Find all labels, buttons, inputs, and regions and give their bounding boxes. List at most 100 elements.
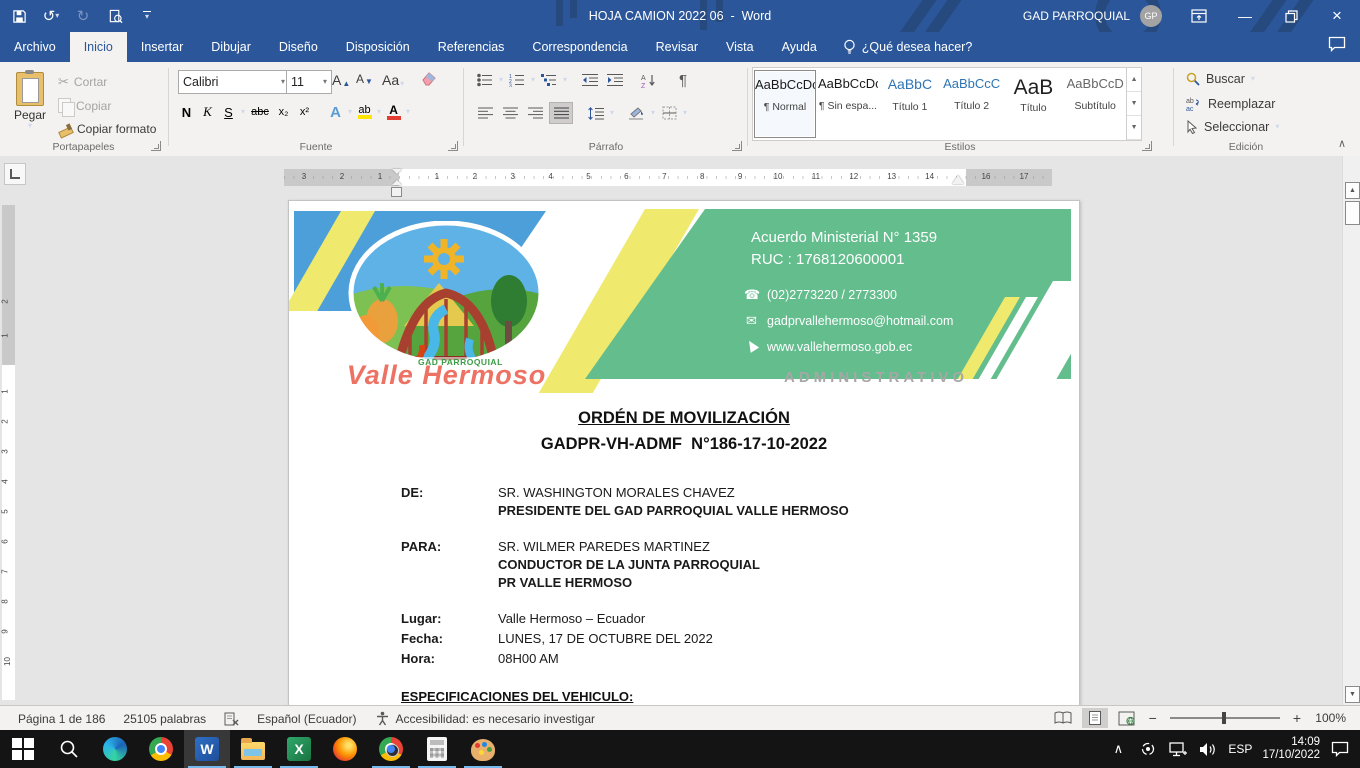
font-name-combo[interactable]: Calibri▾ <box>178 70 290 94</box>
network-icon[interactable] <box>1168 739 1188 759</box>
redo-button[interactable]: ↻ <box>72 5 94 27</box>
style-titulo[interactable]: AaBTítulo <box>1004 70 1064 138</box>
align-left-button[interactable] <box>474 103 496 123</box>
find-button[interactable]: Buscar▾ <box>1186 72 1255 86</box>
shading-button[interactable] <box>626 103 648 123</box>
highlight-button[interactable]: ab <box>356 104 373 120</box>
show-marks-button[interactable]: ¶ <box>672 70 694 90</box>
highlight-dropdown[interactable]: ▾ <box>377 108 381 116</box>
tell-me-box[interactable]: ¿Qué desea hacer? <box>831 32 985 62</box>
indent-markers[interactable] <box>392 169 401 186</box>
taskbar-edge[interactable] <box>92 730 138 768</box>
text-effects-button[interactable]: A <box>327 104 344 120</box>
borders-dropdown[interactable]: ▾ <box>683 109 687 117</box>
italic-button[interactable]: K <box>199 104 216 120</box>
tab-archivo[interactable]: Archivo <box>0 32 70 62</box>
underline-button[interactable]: S <box>220 104 237 120</box>
justify-button[interactable] <box>549 102 573 124</box>
font-size-combo[interactable]: 11▾ <box>286 70 332 94</box>
h-ruler[interactable]: 32112345678910111213141617 <box>284 169 1052 186</box>
subscript-button[interactable]: x₂ <box>275 104 292 120</box>
taskbar-paint[interactable] <box>460 730 506 768</box>
sort-button[interactable]: AZ <box>638 70 660 90</box>
read-mode-button[interactable] <box>1050 708 1076 728</box>
align-right-button[interactable] <box>524 103 546 123</box>
styles-scroll-up[interactable]: ▲ <box>1127 68 1141 92</box>
styles-scroll-down[interactable]: ▼ <box>1127 92 1141 116</box>
volume-icon[interactable] <box>1198 739 1218 759</box>
web-layout-button[interactable] <box>1114 708 1140 728</box>
collapse-ribbon-button[interactable]: ∧ <box>1338 137 1346 150</box>
zoom-slider[interactable] <box>1170 717 1280 719</box>
line-spacing-button[interactable] <box>585 103 607 123</box>
font-color-button[interactable]: A <box>385 104 402 120</box>
document-page[interactable]: Acuerdo Ministerial N° 1359 RUC : 176812… <box>288 200 1080 705</box>
v-ruler[interactable]: 2112345678910 <box>2 205 15 700</box>
page-indicator[interactable]: Página 1 de 186 <box>18 712 105 726</box>
proofing-status[interactable] <box>224 712 239 726</box>
align-center-button[interactable] <box>499 103 521 123</box>
bullets-button[interactable] <box>474 70 496 90</box>
styles-gallery-scroll[interactable]: ▲ ▼ ▼ <box>1126 68 1141 140</box>
underline-dropdown[interactable]: ▾ <box>241 108 245 116</box>
word-count[interactable]: 25105 palabras <box>123 712 206 726</box>
increase-indent-button[interactable] <box>604 70 626 90</box>
bold-button[interactable]: N <box>178 104 195 120</box>
ribbon-display-options-button[interactable] <box>1176 0 1222 32</box>
scroll-up-button[interactable]: ▲ <box>1345 182 1360 199</box>
zoom-out-button[interactable]: − <box>1146 710 1160 726</box>
shading-dropdown[interactable]: ▾ <box>651 109 655 117</box>
select-button[interactable]: Seleccionar▾ <box>1186 120 1279 134</box>
taskbar-search-button[interactable] <box>46 730 92 768</box>
taskbar-word[interactable]: W <box>184 730 230 768</box>
copy-button[interactable]: Copiar <box>58 98 111 113</box>
style-titulo-2[interactable]: AaBbCcCTítulo 2 <box>942 70 1002 138</box>
tray-app-icon[interactable] <box>1138 739 1158 759</box>
undo-button[interactable]: ↺▾ <box>40 5 62 27</box>
tab-insertar[interactable]: Insertar <box>127 32 197 62</box>
parrafo-dialog-launcher[interactable] <box>732 141 742 151</box>
save-button[interactable] <box>8 5 30 27</box>
customize-qat-button[interactable]: ▾ <box>136 5 158 27</box>
comments-button[interactable] <box>1328 36 1346 57</box>
right-indent-marker[interactable] <box>952 175 964 184</box>
tray-clock[interactable]: 14:09 17/10/2022 <box>1262 736 1320 762</box>
taskbar-firefox[interactable] <box>322 730 368 768</box>
tray-expand-chevron[interactable]: ∧ <box>1108 739 1128 759</box>
numbering-dropdown[interactable]: ▾ <box>531 76 535 84</box>
style-normal[interactable]: AaBbCcDc¶ Normal <box>754 70 816 138</box>
tab-disposicion[interactable]: Disposición <box>332 32 424 62</box>
font-color-dropdown[interactable]: ▾ <box>406 108 410 116</box>
restore-button[interactable] <box>1268 0 1314 32</box>
zoom-in-button[interactable]: + <box>1290 710 1304 726</box>
zoom-slider-thumb[interactable] <box>1222 712 1226 724</box>
cut-button[interactable]: ✂Cortar <box>58 74 107 90</box>
print-layout-button[interactable] <box>1082 708 1108 728</box>
zoom-level[interactable]: 100% <box>1310 711 1346 725</box>
vertical-scrollbar[interactable]: ▲ ▼ <box>1342 156 1360 705</box>
tab-selector[interactable] <box>4 163 26 185</box>
fuente-dialog-launcher[interactable] <box>448 141 458 151</box>
multilevel-dropdown[interactable]: ▾ <box>563 76 567 84</box>
left-indent-box[interactable] <box>391 187 402 197</box>
tab-ayuda[interactable]: Ayuda <box>768 32 831 62</box>
estilos-dialog-launcher[interactable] <box>1142 141 1152 151</box>
grow-font-button[interactable]: A▲ <box>332 72 350 88</box>
styles-more-button[interactable]: ▼ <box>1127 116 1141 140</box>
taskbar-calculator[interactable] <box>414 730 460 768</box>
superscript-button[interactable]: x² <box>296 104 313 120</box>
taskbar-file-explorer[interactable] <box>230 730 276 768</box>
replace-button[interactable]: abac Reemplazar <box>1186 96 1275 111</box>
clear-formatting-button[interactable] <box>420 70 438 86</box>
language-indicator[interactable]: Español (Ecuador) <box>257 712 356 726</box>
accessibility-status[interactable]: Accesibilidad: es necesario investigar <box>375 711 595 726</box>
avatar[interactable]: GP <box>1140 5 1162 27</box>
shrink-font-button[interactable]: A▼ <box>356 72 373 86</box>
taskbar-chrome[interactable] <box>138 730 184 768</box>
language-tray[interactable]: ESP <box>1228 742 1252 756</box>
bullets-dropdown[interactable]: ▾ <box>499 76 503 84</box>
tab-inicio[interactable]: Inicio <box>70 32 127 62</box>
multilevel-list-button[interactable] <box>538 70 560 90</box>
format-painter-button[interactable]: Copiar formato <box>58 122 156 136</box>
tab-revisar[interactable]: Revisar <box>642 32 712 62</box>
